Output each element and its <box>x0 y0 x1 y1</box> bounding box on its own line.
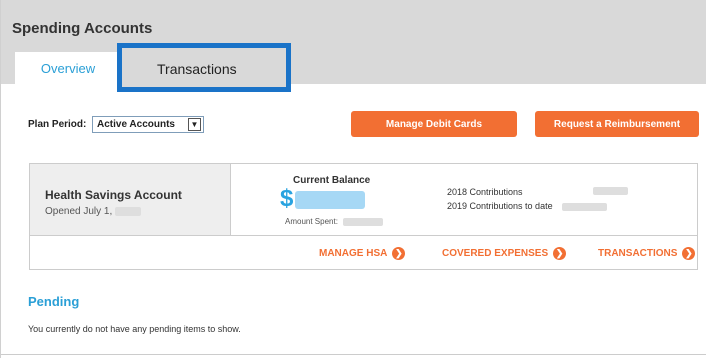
transactions-link[interactable]: TRANSACTIONS ❯ <box>598 247 696 260</box>
current-balance-value: $ <box>280 185 366 213</box>
tab-overview[interactable]: Overview <box>15 52 121 85</box>
chevron-right-icon: ❯ <box>553 247 567 260</box>
chevron-right-icon: ❯ <box>392 247 406 260</box>
account-summary-panel: Health Savings Account Opened July 1, <box>30 164 231 235</box>
redacted-year <box>115 206 142 216</box>
account-name: Health Savings Account <box>45 188 182 202</box>
transactions-label: TRANSACTIONS <box>598 248 678 259</box>
covered-expenses-link[interactable]: COVERED EXPENSES ❯ <box>442 247 567 260</box>
plan-period-select[interactable]: Active Accounts ▼ <box>92 116 204 133</box>
card-divider <box>30 235 697 236</box>
manage-hsa-link[interactable]: MANAGE HSA ❯ <box>319 247 406 260</box>
bottom-divider <box>1 354 706 355</box>
tab-transactions[interactable]: Transactions <box>117 43 291 92</box>
covered-expenses-label: COVERED EXPENSES <box>442 248 549 259</box>
redacted-balance <box>295 190 366 209</box>
pending-message: You currently do not have any pending it… <box>28 324 241 334</box>
manage-debit-cards-button[interactable]: Manage Debit Cards <box>351 111 517 137</box>
redacted-amount-spent <box>343 217 384 226</box>
request-reimbursement-button[interactable]: Request a Reimbursement <box>535 111 699 137</box>
plan-period-value: Active Accounts <box>97 119 175 130</box>
hsa-account-card: Health Savings Account Opened July 1, Cu… <box>29 163 698 270</box>
header-bar: Spending Accounts Overview Transactions <box>1 0 706 92</box>
manage-hsa-label: MANAGE HSA <box>319 248 388 259</box>
amount-spent: Amount Spent: <box>285 217 384 226</box>
currency-symbol: $ <box>280 185 294 212</box>
page-title: Spending Accounts <box>12 20 153 37</box>
contributions-2019-label: 2019 Contributions to date <box>447 201 553 211</box>
plan-period-label: Plan Period: <box>28 119 87 130</box>
account-opened-date: Opened July 1, <box>45 206 142 217</box>
amount-spent-label: Amount Spent: <box>285 217 338 226</box>
tab-transactions-label: Transactions <box>157 61 237 77</box>
redacted-contributions-2019 <box>562 203 607 211</box>
redacted-contributions-2018 <box>593 187 628 195</box>
chevron-down-icon[interactable]: ▼ <box>188 118 201 131</box>
pending-title: Pending <box>28 294 80 309</box>
contributions-2018-label: 2018 Contributions <box>447 187 523 197</box>
spending-accounts-page: Spending Accounts Overview Transactions … <box>0 0 706 358</box>
chevron-right-icon: ❯ <box>682 247 696 260</box>
opened-label: Opened July 1, <box>45 206 113 217</box>
